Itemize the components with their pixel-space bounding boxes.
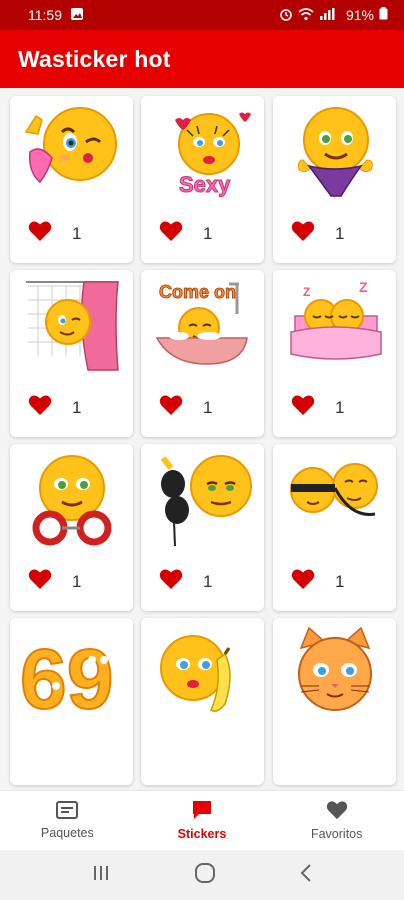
like-count: 1 — [72, 397, 82, 417]
svg-text:Z: Z — [303, 285, 310, 299]
sticker-card-couple-in-bed[interactable]: Z Z 1 — [273, 270, 396, 437]
sticker-blindfold-couple-image — [290, 463, 378, 516]
status-bar: 11:59 91% — [0, 0, 404, 30]
svg-text:Come on: Come on — [159, 282, 236, 302]
alarm-icon — [279, 7, 293, 24]
nav-item-stickers[interactable]: Stickers — [135, 791, 270, 850]
sticker-handcuffs-image — [32, 455, 112, 546]
nav-item-paquetes[interactable]: Paquetes — [0, 791, 135, 850]
battery-percent: 91% — [345, 7, 374, 23]
like-count: 1 — [335, 571, 345, 591]
heart-icon[interactable] — [291, 568, 315, 595]
battery-icon — [379, 7, 388, 23]
signal-icon — [319, 7, 341, 24]
wifi-icon — [298, 7, 314, 24]
svg-text:Sexy: Sexy — [179, 172, 231, 197]
nav-item-favoritos[interactable]: Favoritos — [269, 791, 404, 850]
sticker-sexy-kiss-image: Sexy — [175, 112, 251, 198]
sticker-card-handcuffs[interactable]: 1 — [10, 444, 133, 611]
heart-icon[interactable] — [291, 220, 315, 247]
nav-label-stickers: Stickers — [177, 827, 227, 841]
bottom-navigation: Paquetes Stickers Favoritos — [0, 790, 404, 850]
sticker-card-wink-kiss[interactable]: 1 — [10, 96, 133, 263]
like-count: 1 — [72, 571, 82, 591]
page-title: Wasticker hot — [18, 45, 171, 72]
sticker-bra-image — [160, 455, 252, 547]
like-count: 1 — [335, 397, 345, 417]
sticker-wink-kiss-image — [24, 107, 117, 184]
sticker-sixty-nine-image: 69 — [19, 631, 114, 724]
sticker-couple-in-bed-image: Z Z — [290, 279, 382, 360]
like-count: 1 — [203, 571, 213, 591]
stickers-icon — [191, 800, 213, 823]
recent-apps-icon[interactable] — [91, 864, 111, 887]
sticker-card-blindfold-couple[interactable]: 1 — [273, 444, 396, 611]
back-icon[interactable] — [299, 863, 313, 888]
heart-icon[interactable] — [159, 568, 183, 595]
sticker-card-sixty-nine[interactable]: 69 — [10, 618, 133, 785]
sticker-card-banana[interactable] — [141, 618, 264, 785]
heart-icon — [326, 800, 348, 823]
sticker-card-sexy-kiss[interactable]: Sexy 1 — [141, 96, 264, 263]
heart-icon[interactable] — [159, 394, 183, 421]
nav-label-favoritos: Favoritos — [310, 827, 363, 841]
sticker-cat-image — [298, 626, 372, 711]
home-icon[interactable] — [194, 862, 216, 889]
packs-icon — [56, 801, 79, 822]
sticker-card-lingerie[interactable]: 1 — [273, 96, 396, 263]
like-count: 1 — [72, 223, 82, 243]
heart-icon[interactable] — [159, 220, 183, 247]
like-count: 1 — [335, 223, 345, 243]
sticker-card-come-on-bathtub[interactable]: Come on 1 — [141, 270, 264, 437]
app-root: 11:59 91% Wasticker hot 1 Sexy 1 1 1 Com… — [0, 0, 404, 900]
sticker-grid[interactable]: 1 Sexy 1 1 1 Come on 1 Z Z 1 1 1 1 69 — [0, 88, 404, 790]
svg-text:69: 69 — [20, 632, 113, 724]
system-navigation-bar — [0, 850, 404, 900]
sticker-come-on-bathtub-image: Come on — [155, 282, 248, 365]
like-count: 1 — [203, 223, 213, 243]
heart-icon[interactable] — [28, 220, 52, 247]
nav-label-paquetes: Paquetes — [40, 826, 94, 840]
status-time: 11:59 — [28, 7, 62, 23]
sticker-banana-image — [160, 635, 231, 712]
sticker-lingerie-image — [298, 107, 373, 197]
heart-icon[interactable] — [28, 394, 52, 421]
sticker-shower-curtain-image — [26, 281, 119, 371]
heart-icon[interactable] — [291, 394, 315, 421]
app-bar: Wasticker hot — [0, 30, 404, 88]
sticker-card-bra[interactable]: 1 — [141, 444, 264, 611]
svg-text:Z: Z — [359, 279, 368, 295]
sticker-card-cat[interactable] — [273, 618, 396, 785]
gallery-icon — [70, 7, 84, 24]
sticker-card-shower-curtain[interactable]: 1 — [10, 270, 133, 437]
like-count: 1 — [203, 397, 213, 417]
heart-icon[interactable] — [28, 568, 52, 595]
